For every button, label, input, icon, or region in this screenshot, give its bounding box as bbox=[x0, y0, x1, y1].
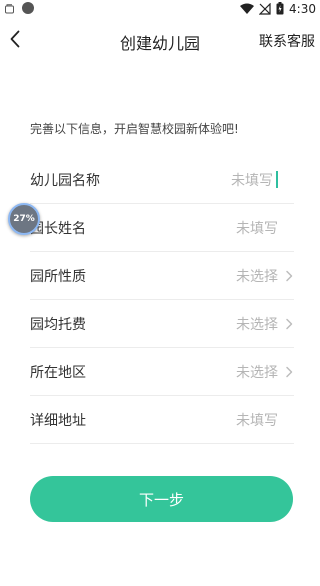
kindergarten-type-select[interactable]: 未选择 bbox=[236, 266, 278, 286]
form-row-principal-name[interactable]: 园长姓名 未填写 bbox=[30, 204, 294, 252]
average-fee-select[interactable]: 未选择 bbox=[236, 314, 278, 334]
intro-text: 完善以下信息，开启智慧校园新体验吧! bbox=[30, 122, 239, 136]
form-label: 园所性质 bbox=[30, 268, 86, 285]
form-label: 幼儿园名称 bbox=[30, 172, 100, 189]
form-row-average-fee[interactable]: 园均托费 未选择 bbox=[30, 300, 294, 348]
form-row-address[interactable]: 详细地址 未填写 bbox=[30, 396, 294, 444]
chevron-right-icon bbox=[286, 318, 293, 329]
status-time: 4:30 bbox=[289, 2, 316, 16]
text-cursor bbox=[276, 171, 278, 188]
notification-icon bbox=[4, 0, 16, 19]
region-select[interactable]: 未选择 bbox=[236, 362, 278, 382]
address-input[interactable]: 未填写 bbox=[236, 410, 278, 430]
next-step-button[interactable]: 下一步 bbox=[30, 476, 293, 522]
form-label: 所在地区 bbox=[30, 364, 86, 381]
wifi-icon bbox=[240, 0, 255, 19]
dot-icon bbox=[21, 0, 35, 19]
chevron-left-icon bbox=[10, 30, 20, 52]
badge-text: 27% bbox=[13, 214, 35, 224]
form-row-region[interactable]: 所在地区 未选择 bbox=[30, 348, 294, 396]
chevron-right-icon bbox=[286, 366, 293, 377]
form-row-kindergarten-type[interactable]: 园所性质 未选择 bbox=[30, 252, 294, 300]
form-row-kindergarten-name[interactable]: 幼儿园名称 未填写 bbox=[30, 156, 294, 204]
status-left bbox=[4, 0, 35, 19]
battery-charging-icon bbox=[276, 0, 284, 19]
status-right: 4:30 bbox=[240, 0, 316, 19]
input-placeholder: 未填写 bbox=[231, 172, 273, 189]
signal-off-icon bbox=[258, 0, 271, 19]
status-bar: 4:30 bbox=[0, 0, 320, 18]
kindergarten-name-input[interactable]: 未填写 bbox=[231, 170, 278, 190]
floating-progress-badge[interactable]: 27% bbox=[8, 203, 40, 235]
principal-name-input[interactable]: 未填写 bbox=[236, 218, 278, 238]
back-button[interactable] bbox=[4, 28, 26, 54]
form-label: 详细地址 bbox=[30, 412, 86, 429]
create-kindergarten-page: 4:30 创建幼儿园 联系客服 完善以下信息，开启智慧校园新体验吧! 幼儿园名称… bbox=[0, 0, 320, 586]
form-label: 园均托费 bbox=[30, 316, 86, 333]
contact-support-button[interactable]: 联系客服 bbox=[259, 31, 315, 51]
kindergarten-form: 幼儿园名称 未填写 园长姓名 未填写 园所性质 未选择 园均托费 未选择 所在地… bbox=[30, 156, 294, 444]
chevron-right-icon bbox=[286, 270, 293, 281]
header: 创建幼儿园 联系客服 bbox=[0, 22, 320, 60]
